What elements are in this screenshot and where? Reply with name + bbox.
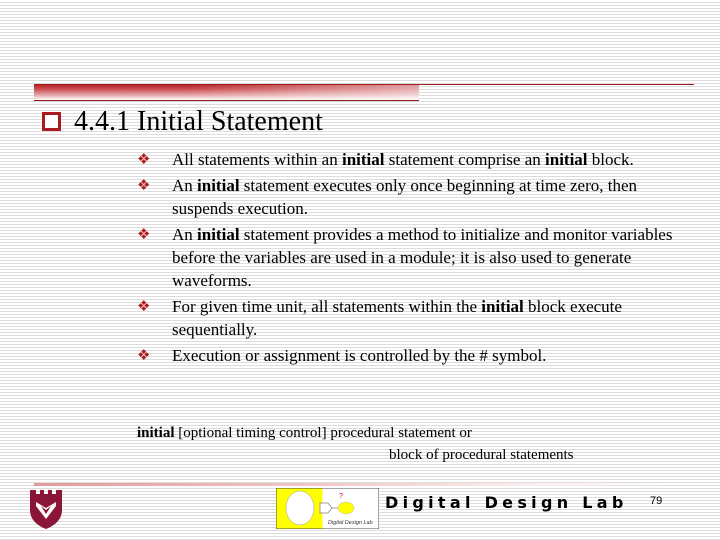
- page-number: 79: [650, 495, 663, 507]
- keyword-text: initial: [341, 150, 385, 169]
- lab-name: Digital Design Lab: [385, 493, 628, 512]
- lab-logo-icon: ? Digital Design Lab: [276, 488, 379, 529]
- bullet-item: ❖ For given time unit, all statements wit…: [137, 295, 700, 341]
- diamond-bullet-icon: ❖: [137, 176, 151, 194]
- keyword-text: initial: [197, 176, 240, 195]
- square-bullet-icon: [42, 112, 61, 131]
- bullet-text: All statements within an: [172, 150, 342, 169]
- title-rule-top: [34, 84, 694, 85]
- bullet-text: An: [172, 176, 198, 195]
- syntax-keyword: initial: [137, 425, 175, 441]
- keyword-text: initial: [545, 150, 588, 169]
- bullet-item: ❖ All statements within an initial statem…: [137, 148, 700, 171]
- diamond-bullet-icon: ❖: [137, 297, 151, 315]
- slide-title: 4.4.1 Initial Statement: [74, 106, 323, 137]
- bullet-text: block.: [587, 150, 634, 169]
- diamond-bullet-icon: ❖: [137, 150, 151, 168]
- bullet-text: statement provides a method to initializ…: [172, 225, 673, 290]
- keyword-text: initial: [481, 297, 524, 316]
- bullet-text: For given time unit, all statements with…: [172, 297, 482, 316]
- syntax-line-2: block of procedural statements: [389, 447, 574, 463]
- bullet-text: An: [172, 225, 198, 244]
- keyword-text: initial: [197, 225, 240, 244]
- bullet-item: ❖ An initial statement executes only once…: [137, 174, 700, 220]
- title-rule-bottom: [34, 100, 419, 101]
- logo-caption: Digital Design Lab: [328, 520, 373, 526]
- bullet-text: Execution or assignment is controlled by…: [172, 346, 547, 365]
- bullet-text: statement comprise an: [384, 150, 546, 169]
- diamond-bullet-icon: ❖: [137, 346, 151, 364]
- diamond-bullet-icon: ❖: [137, 225, 151, 243]
- bullet-item: ❖ An initial statement provides a method …: [137, 223, 700, 292]
- syntax-line-1-text: [optional timing control] procedural sta…: [174, 425, 472, 441]
- title-accent-fade: [34, 84, 419, 100]
- footer-rule: [34, 483, 694, 486]
- syntax-block: initial [optional timing control] proced…: [137, 422, 574, 466]
- bullet-list: ❖ All statements within an initial statem…: [137, 148, 700, 370]
- bullet-item: ❖ Execution or assignment is controlled b…: [137, 344, 700, 367]
- syntax-line-1: initial [optional timing control] proced…: [137, 422, 574, 444]
- bullet-text: statement executes only once beginning a…: [172, 176, 638, 218]
- logo-mark: ?: [339, 493, 343, 500]
- university-crest-icon: [30, 490, 62, 529]
